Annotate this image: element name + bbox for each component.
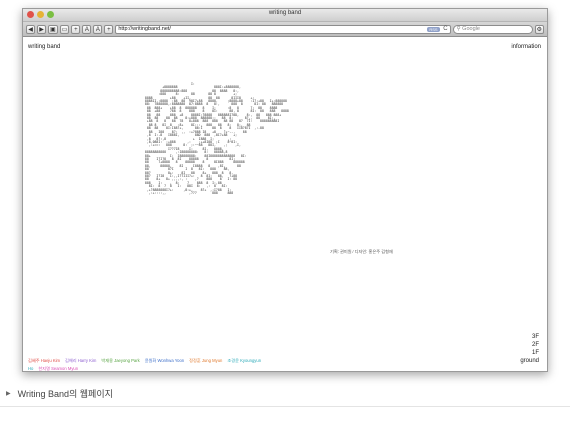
settings-button[interactable]: ⚙ — [534, 24, 544, 34]
back-button[interactable]: ◀ — [26, 24, 35, 34]
disclosure-triangle-icon[interactable]: ▶ — [6, 390, 11, 397]
address-bar[interactable]: http://writingband.net/ RSS C — [115, 24, 451, 34]
text-larger-button[interactable]: A — [93, 24, 103, 34]
bookmarks-button[interactable]: ▭ — [59, 24, 70, 34]
member-list: 김혜주 Haeju Kim 김해리 Harry Kim 박재용 Jaeyong Pa… — [28, 357, 268, 373]
forward-button[interactable]: ▶ — [37, 24, 46, 34]
member-link[interactable]: 윤원화 Wonhwa Yoon — [145, 358, 184, 363]
divider — [0, 406, 570, 407]
member-link[interactable]: 정정훈 Jung Myun — [189, 358, 222, 363]
caption-row: ▶ Writing Band의 웹페이지 — [6, 387, 113, 400]
title-bar: writing band — [23, 9, 547, 22]
reload-icon[interactable]: C — [443, 26, 447, 32]
new-tab-button[interactable]: + — [104, 24, 114, 34]
caption-text: Writing Band의 웹페이지 — [17, 389, 113, 399]
page-content: writing band information I: +8888888 888… — [23, 37, 547, 371]
information-link[interactable]: information — [511, 44, 541, 50]
floor-link-2f[interactable]: 2F — [520, 341, 539, 349]
member-link[interactable]: 김해리 Harry Kim — [65, 358, 96, 363]
floor-navigation: 3F 2F 1F ground — [520, 333, 539, 365]
rss-badge[interactable]: RSS — [427, 26, 440, 32]
floor-link-ground[interactable]: ground — [520, 357, 539, 365]
url-text[interactable]: http://writingband.net/ — [118, 26, 171, 32]
ascii-art: I: +8888888 888I:+8888888, 8888888888:88… — [144, 82, 289, 195]
search-placeholder: Google — [462, 26, 480, 32]
site-brand[interactable]: writing band — [28, 44, 60, 50]
window-title: writing band — [268, 10, 302, 16]
member-link[interactable]: 박재용 Jaeyong Park — [101, 358, 139, 363]
browser-toolbar: ◀ ▶ ▣ ▭ + A A + http://writingband.net/ … — [23, 22, 547, 37]
member-link[interactable]: 한지명 Seamon Myun — [38, 366, 78, 371]
floor-link-3f[interactable]: 3F — [520, 333, 539, 341]
sidebar-button[interactable]: ▣ — [48, 24, 58, 34]
text-smaller-button[interactable]: A — [82, 24, 92, 34]
member-link[interactable]: 김혜주 Haeju Kim — [28, 358, 60, 363]
search-field[interactable]: ⚲ Google — [452, 24, 533, 34]
floor-link-1f[interactable]: 1F — [520, 349, 539, 357]
credits-text: 기획: 권미원 ⁄ 디자인: 홍은주 김형재 — [330, 249, 393, 254]
add-bookmark-button[interactable]: + — [71, 24, 81, 34]
browser-window: writing band ◀ ▶ ▣ ▭ + A A + http://writ… — [22, 8, 548, 372]
